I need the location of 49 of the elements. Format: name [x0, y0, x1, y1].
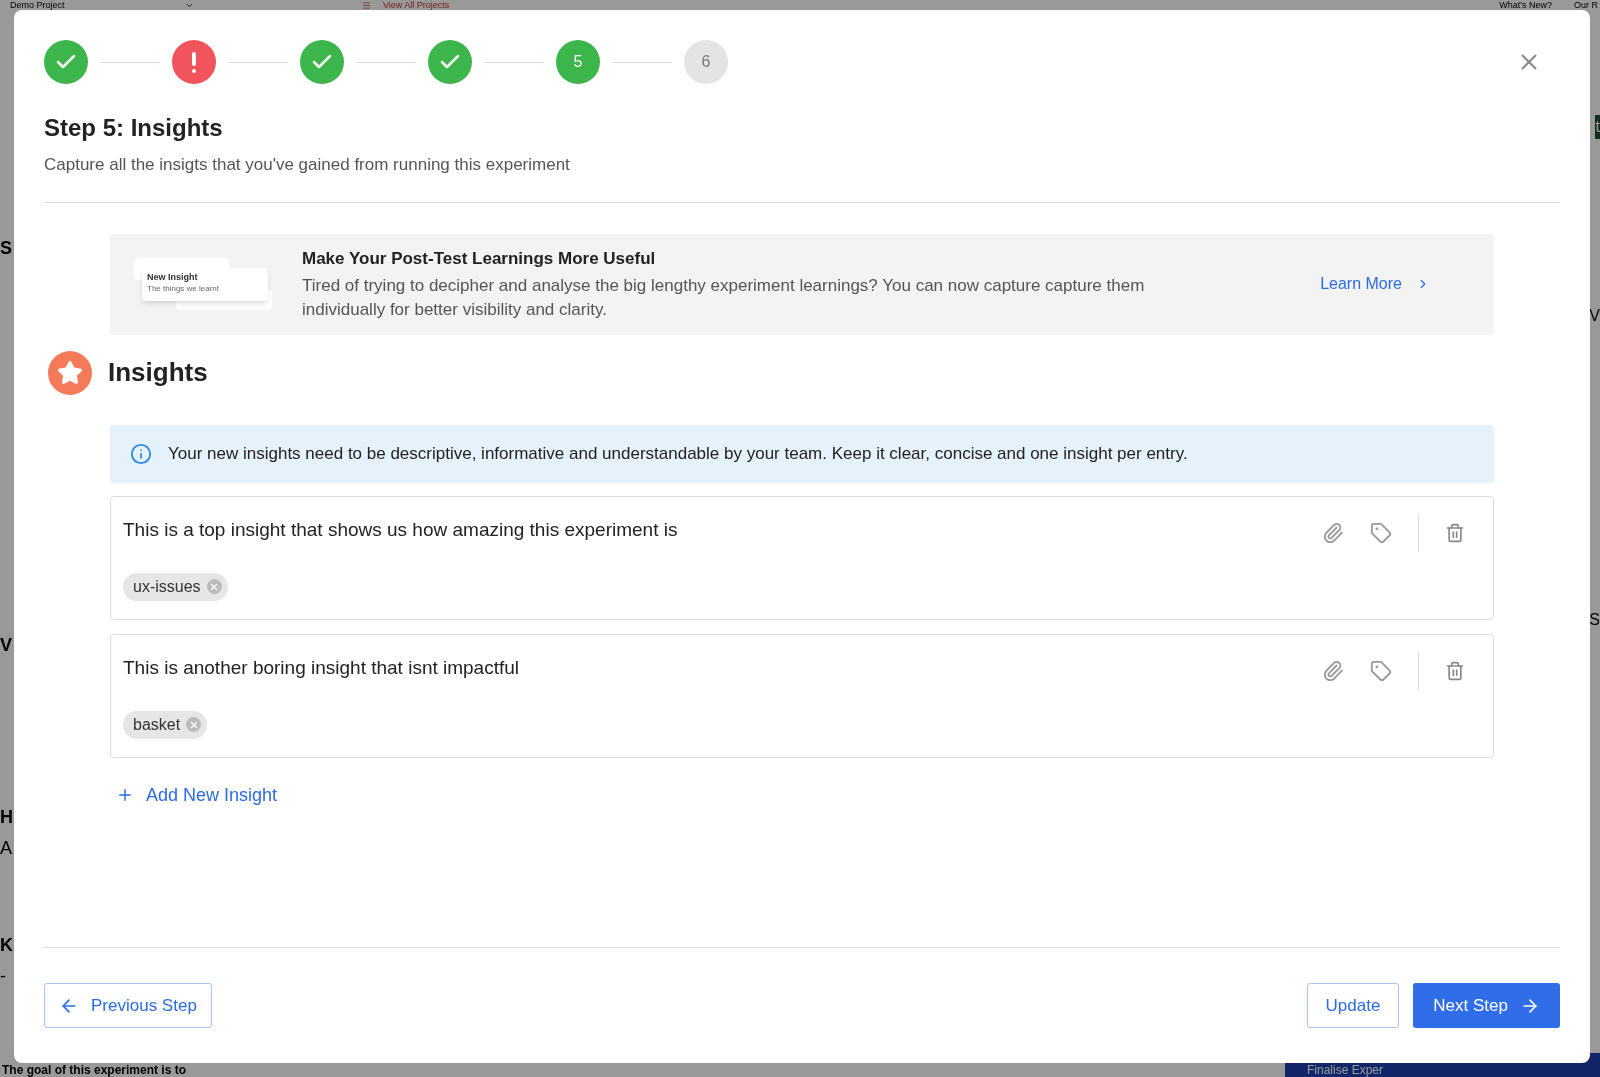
previous-step-button[interactable]: Previous Step: [44, 983, 212, 1028]
tag-icon[interactable]: [1370, 659, 1392, 682]
step-indicator[interactable]: [44, 40, 88, 84]
step-indicator[interactable]: 5: [556, 40, 600, 84]
page-text: S: [1590, 610, 1600, 630]
nav-link[interactable]: What's New?: [1499, 0, 1552, 10]
insight-text[interactable]: This is a top insight that shows us how amazing this experiment is: [123, 514, 1322, 544]
delete-icon[interactable]: [1445, 660, 1465, 681]
menu-icon: [362, 0, 371, 10]
page-text: A: [0, 837, 13, 860]
delete-icon[interactable]: [1445, 522, 1465, 543]
step-indicator[interactable]: [172, 40, 216, 84]
nav-link[interactable]: Our R: [1574, 0, 1598, 10]
banner-text: Tired of trying to decipher and analyse the big lengthy experiment learnings? You can now capture capture them individually for better visibility and clarity.: [302, 274, 1146, 321]
add-insight-link[interactable]: Add New Insight: [116, 781, 278, 809]
page-text: V: [1590, 306, 1600, 326]
preview-subtitle: The things we learnt: [147, 283, 221, 294]
remove-icon[interactable]: [206, 579, 222, 594]
page-text: K: [0, 934, 14, 957]
attachment-icon[interactable]: [1322, 659, 1344, 682]
page-text: -: [0, 965, 7, 988]
projects-link[interactable]: View All Projects: [350, 0, 462, 10]
info-icon: [130, 442, 152, 465]
goal-text: The goal of this experiment is to: [1, 1064, 187, 1077]
page-text: H: [0, 806, 14, 829]
banner-heading: Make Your Post-Test Learnings More Useful: [302, 248, 657, 271]
insight-text[interactable]: This is another boring insight that isnt impactful: [123, 652, 1322, 682]
page-text: V: [0, 634, 13, 657]
attachment-icon[interactable]: [1322, 521, 1344, 544]
preview-title: New Insight: [147, 271, 199, 283]
info-text: Your new insights need to be descriptive, informative and understandable by your team. Keep it clear, concise and one insight per entry.: [168, 442, 1188, 465]
exclamation-icon: [192, 51, 196, 73]
next-step-button[interactable]: Next Step: [1413, 983, 1560, 1028]
update-button[interactable]: Update: [1306, 983, 1400, 1028]
step-subtitle: Capture all the insigts that you've gained from running this experiment: [44, 154, 571, 176]
tag-icon[interactable]: [1370, 521, 1392, 544]
tag-chip[interactable]: basket: [123, 710, 208, 739]
page-text: t: [1594, 115, 1600, 139]
step-indicator[interactable]: [428, 40, 472, 84]
tag-chip[interactable]: ux-issues: [123, 572, 228, 601]
step-indicator[interactable]: 6: [684, 40, 728, 84]
section-title: Insights: [108, 356, 208, 389]
project-select[interactable]: Demo Project: [10, 0, 230, 10]
remove-icon[interactable]: [186, 717, 202, 732]
plus-icon: [116, 786, 134, 804]
learn-more-link[interactable]: Learn More: [1320, 272, 1430, 296]
step-indicator[interactable]: [300, 40, 344, 84]
step-title: Step 5: Insights: [44, 113, 224, 143]
page-text: S: [0, 237, 13, 260]
